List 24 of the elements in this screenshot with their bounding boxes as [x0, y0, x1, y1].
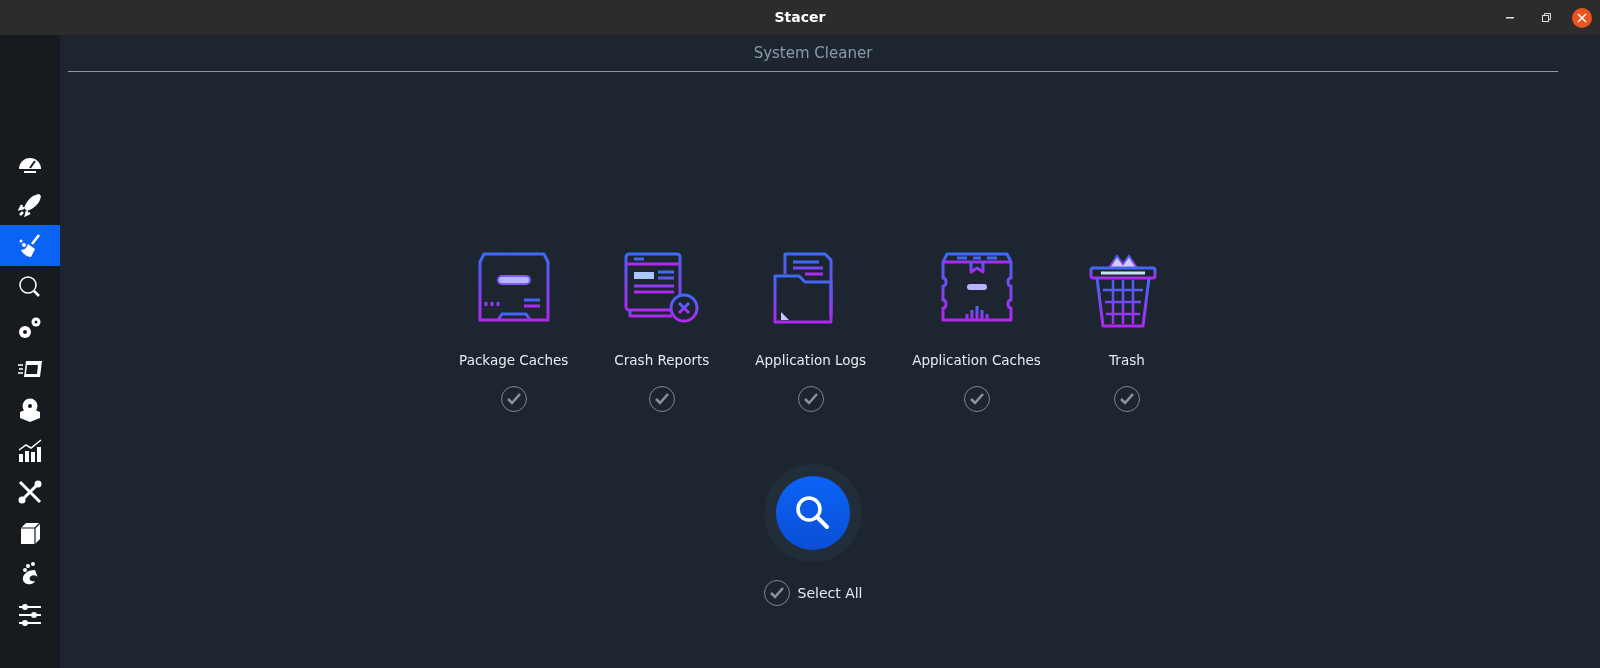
category-label: Application Caches	[912, 351, 1041, 370]
window-title: Stacer	[774, 8, 826, 27]
close-button[interactable]	[1572, 7, 1592, 28]
restore-icon	[1541, 13, 1551, 22]
category-label: Package Caches	[459, 351, 569, 370]
page-title: System Cleaner	[753, 42, 873, 64]
checkmark-icon	[1118, 392, 1135, 407]
sliders-icon	[17, 601, 43, 628]
category-label: Application Logs	[755, 351, 867, 370]
close-icon	[1577, 12, 1587, 23]
checkmark-icon	[768, 586, 785, 601]
checkmark-icon	[802, 392, 819, 407]
bar-chart-icon	[17, 437, 43, 464]
minimize-icon	[1506, 16, 1514, 19]
rocket-icon	[17, 191, 43, 218]
select-all-label[interactable]: Select All	[797, 582, 863, 604]
category-label: Crash Reports	[614, 351, 710, 370]
checkmark-icon	[653, 392, 670, 407]
scan-button[interactable]	[776, 476, 850, 551]
checkmark-icon	[505, 392, 522, 407]
disc-box-icon	[17, 396, 43, 423]
checkmark-icon	[968, 392, 985, 407]
category-label: Trash	[1109, 351, 1145, 370]
broom-icon	[17, 232, 43, 259]
